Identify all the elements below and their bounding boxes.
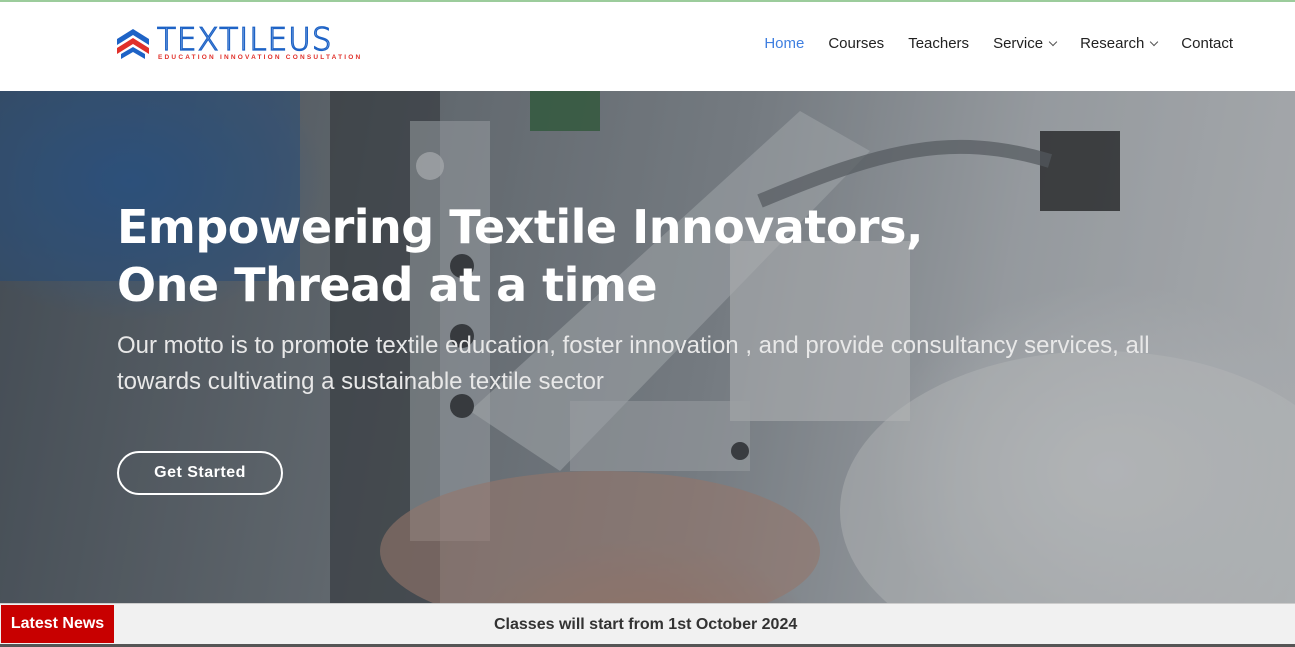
logo-wordmark: TEXTILEUS (156, 21, 333, 58)
nav-label-contact: Contact (1181, 35, 1233, 52)
nav-item-teachers[interactable]: Teachers (908, 35, 969, 52)
news-ticker-text[interactable]: Classes will start from 1st October 2024 (494, 616, 797, 634)
main-nav: Home Courses Teachers Service Research C… (740, 35, 1233, 52)
logo-mark-icon (117, 29, 149, 59)
hero-content: Empowering Textile Innovators, One Threa… (117, 198, 1227, 400)
nav-item-contact[interactable]: Contact (1181, 35, 1233, 52)
logo-tagline: EDUCATION INNOVATION CONSULTATION (158, 54, 363, 61)
hero-title: Empowering Textile Innovators, One Threa… (117, 198, 1227, 314)
nav-item-courses[interactable]: Courses (828, 35, 884, 52)
nav-label-teachers: Teachers (908, 35, 970, 52)
nav-item-service[interactable]: Service (993, 35, 1058, 52)
nav-item-home[interactable]: Home (764, 35, 804, 52)
latest-news-label: Latest News (1, 605, 114, 643)
nav-label-courses: Courses (828, 35, 885, 52)
nav-label-research: Research (1080, 35, 1145, 52)
chevron-down-icon (1150, 37, 1159, 46)
nav-label-service: Service (993, 35, 1044, 52)
nav-label-home: Home (764, 35, 805, 52)
site-logo[interactable]: TEXTILEUS EDUCATION INNOVATION CONSULTAT… (116, 21, 386, 65)
hero-title-line2: One Thread at a time (117, 258, 658, 312)
get-started-button[interactable]: Get Started (117, 451, 283, 495)
nav-item-research[interactable]: Research (1080, 35, 1159, 52)
site-header: TEXTILEUS EDUCATION INNOVATION CONSULTAT… (0, 2, 1295, 91)
hero-title-line1: Empowering Textile Innovators, (117, 200, 923, 254)
chevron-down-icon (1048, 37, 1058, 46)
hero-banner: Empowering Textile Innovators, One Threa… (0, 91, 1295, 603)
latest-news-ticker: Latest News Classes will start from 1st … (0, 603, 1295, 647)
hero-subtitle: Our motto is to promote textile educatio… (117, 332, 1150, 395)
